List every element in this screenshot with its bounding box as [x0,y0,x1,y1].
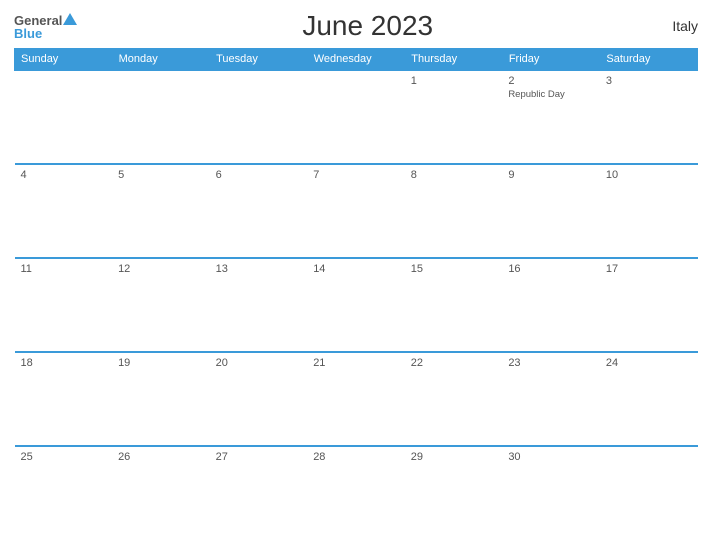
calendar-week-3: 18 19 20 21 22 23 24 [15,352,698,446]
day-number: 30 [508,451,594,463]
calendar-cell: 27 [210,446,308,540]
calendar-cell: 19 [112,352,210,446]
day-number: 20 [216,357,302,369]
day-number: 22 [411,357,497,369]
calendar-cell [210,70,308,164]
logo-blue-text: Blue [14,27,42,40]
day-number: 17 [606,263,692,275]
calendar-cell: 6 [210,164,308,258]
day-number: 16 [508,263,594,275]
calendar-cell: 20 [210,352,308,446]
day-number: 29 [411,451,497,463]
country-label: Italy [658,18,698,34]
column-header-thursday: Thursday [405,49,503,71]
day-number: 28 [313,451,399,463]
calendar-cell: 17 [600,258,698,352]
day-number: 4 [21,169,107,181]
calendar-title: June 2023 [77,10,658,42]
column-header-friday: Friday [502,49,600,71]
logo-general-text: General [14,14,62,27]
column-header-wednesday: Wednesday [307,49,405,71]
holiday-label: Republic Day [508,89,594,100]
calendar-cell: 9 [502,164,600,258]
calendar-page: General Blue June 2023 Italy SundayMonda… [0,0,712,550]
day-number: 10 [606,169,692,181]
day-number: 14 [313,263,399,275]
calendar-cell: 26 [112,446,210,540]
day-number: 25 [21,451,107,463]
day-number: 12 [118,263,204,275]
calendar-cell: 21 [307,352,405,446]
column-header-sunday: Sunday [15,49,113,71]
calendar-cell: 30 [502,446,600,540]
calendar-cell: 1 [405,70,503,164]
calendar-cell: 2 Republic Day [502,70,600,164]
day-number: 3 [606,75,692,87]
day-number: 9 [508,169,594,181]
calendar-cell: 5 [112,164,210,258]
calendar-cell: 4 [15,164,113,258]
column-header-tuesday: Tuesday [210,49,308,71]
day-number: 2 [508,75,594,87]
day-number: 19 [118,357,204,369]
calendar-header: General Blue June 2023 Italy [14,10,698,42]
calendar-cell: 18 [15,352,113,446]
calendar-cell: 15 [405,258,503,352]
calendar-cell [600,446,698,540]
calendar-cell: 29 [405,446,503,540]
day-number: 11 [21,263,107,275]
calendar-week-2: 11 12 13 14 15 16 17 [15,258,698,352]
day-number: 1 [411,75,497,87]
calendar-table: SundayMondayTuesdayWednesdayThursdayFrid… [14,48,698,540]
day-number: 5 [118,169,204,181]
day-number: 6 [216,169,302,181]
day-number: 23 [508,357,594,369]
calendar-cell: 3 [600,70,698,164]
calendar-week-4: 25 26 27 28 29 30 [15,446,698,540]
logo: General Blue [14,13,77,40]
column-header-saturday: Saturday [600,49,698,71]
calendar-cell: 25 [15,446,113,540]
calendar-cell [15,70,113,164]
calendar-cell [307,70,405,164]
day-number: 24 [606,357,692,369]
calendar-cell: 7 [307,164,405,258]
day-number: 13 [216,263,302,275]
calendar-cell: 8 [405,164,503,258]
calendar-cell: 24 [600,352,698,446]
calendar-cell: 11 [15,258,113,352]
calendar-week-1: 456789 10 [15,164,698,258]
calendar-cell [112,70,210,164]
day-number: 21 [313,357,399,369]
calendar-cell: 22 [405,352,503,446]
day-number: 26 [118,451,204,463]
column-header-monday: Monday [112,49,210,71]
calendar-header-row: SundayMondayTuesdayWednesdayThursdayFrid… [15,49,698,71]
day-number: 15 [411,263,497,275]
calendar-cell: 28 [307,446,405,540]
calendar-cell: 13 [210,258,308,352]
calendar-cell: 12 [112,258,210,352]
day-number: 18 [21,357,107,369]
calendar-cell: 16 [502,258,600,352]
calendar-week-0: 12 Republic Day 3 [15,70,698,164]
logo-triangle-icon [63,13,77,25]
calendar-cell: 14 [307,258,405,352]
day-number: 7 [313,169,399,181]
calendar-cell: 23 [502,352,600,446]
day-number: 8 [411,169,497,181]
calendar-cell: 10 [600,164,698,258]
day-number: 27 [216,451,302,463]
